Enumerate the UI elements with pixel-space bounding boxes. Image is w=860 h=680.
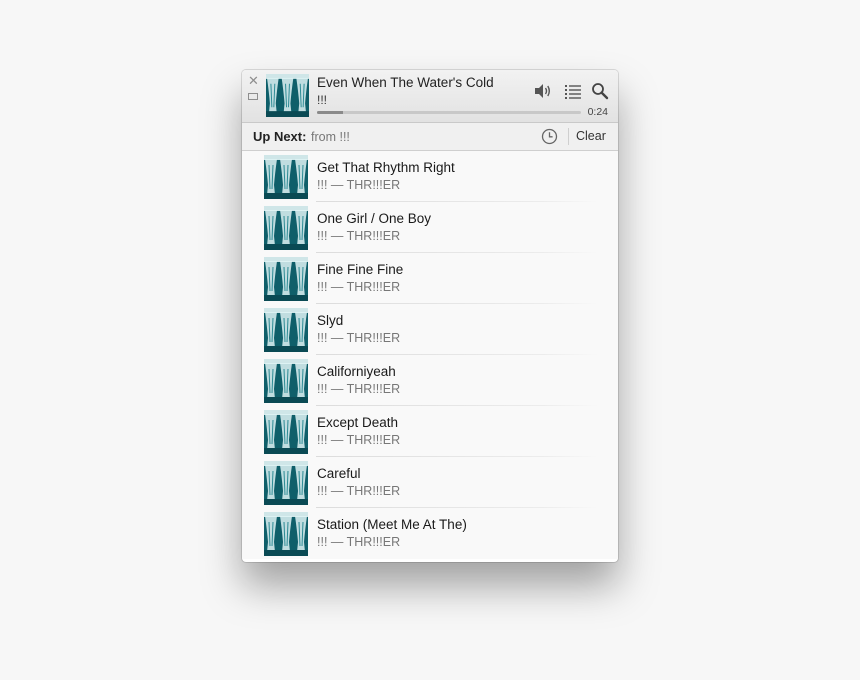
queue-item[interactable]: Get That Rhythm Right !!! — THR!!!ER [242, 151, 618, 202]
track-title: One Girl / One Boy [317, 211, 432, 226]
track-title: Slyd [317, 313, 344, 328]
up-next-header: Up Next: from !!! Clear [242, 123, 618, 151]
track-artist-album: !!! — THR!!!ER [317, 229, 401, 243]
album-art [264, 410, 308, 454]
up-next-source: from !!! [311, 130, 350, 144]
clock-icon[interactable] [541, 128, 558, 145]
up-next-list: Get That Rhythm Right !!! — THR!!!ER One… [242, 151, 618, 559]
close-icon[interactable]: ✕ [248, 74, 259, 87]
now-playing-title: Even When The Water's Cold [317, 75, 494, 90]
track-artist-album: !!! — THR!!!ER [317, 382, 401, 396]
album-art [264, 206, 308, 250]
album-art [264, 461, 308, 505]
now-playing-album-art[interactable] [266, 74, 309, 117]
queue-item[interactable]: Except Death !!! — THR!!!ER [242, 406, 618, 457]
queue-item[interactable]: Station (Meet Me At The) !!! — THR!!!ER [242, 508, 618, 559]
list-icon[interactable] [564, 82, 584, 100]
album-art [264, 308, 308, 352]
elapsed-time: 0:24 [587, 106, 608, 118]
up-next-label: Up Next: [253, 129, 307, 144]
clear-button[interactable]: Clear [576, 129, 606, 143]
track-title: Californiyeah [317, 364, 396, 379]
minimize-icon[interactable] [248, 91, 258, 101]
track-title: Fine Fine Fine [317, 262, 404, 277]
queue-item[interactable]: Californiyeah !!! — THR!!!ER [242, 355, 618, 406]
track-artist-album: !!! — THR!!!ER [317, 535, 401, 549]
queue-item[interactable]: One Girl / One Boy !!! — THR!!!ER [242, 202, 618, 253]
progress-bar[interactable] [317, 111, 581, 114]
album-art [264, 512, 308, 556]
album-art [264, 359, 308, 403]
album-art [264, 257, 308, 301]
track-title: Except Death [317, 415, 399, 430]
now-playing-artist[interactable]: !!! [317, 93, 327, 107]
queue-item[interactable]: Slyd !!! — THR!!!ER [242, 304, 618, 355]
progress-fill [317, 111, 344, 114]
track-artist-album: !!! — THR!!!ER [317, 433, 401, 447]
queue-item[interactable]: Careful !!! — THR!!!ER [242, 457, 618, 508]
track-title: Get That Rhythm Right [317, 160, 455, 175]
track-title: Station (Meet Me At The) [317, 517, 467, 532]
now-playing-bar: ✕ Even When The Water's Cold !!! 0:24 [242, 70, 618, 123]
track-artist-album: !!! — THR!!!ER [317, 331, 401, 345]
track-title: Careful [317, 466, 361, 481]
mini-player-window: ✕ Even When The Water's Cold !!! 0:24 Up… [242, 70, 618, 562]
track-artist-album: !!! — THR!!!ER [317, 178, 401, 192]
speaker-icon[interactable] [533, 82, 553, 100]
album-art [264, 155, 308, 199]
search-icon[interactable] [591, 82, 611, 100]
queue-item[interactable]: Fine Fine Fine !!! — THR!!!ER [242, 253, 618, 304]
track-artist-album: !!! — THR!!!ER [317, 280, 401, 294]
divider [568, 128, 569, 145]
track-artist-album: !!! — THR!!!ER [317, 484, 401, 498]
